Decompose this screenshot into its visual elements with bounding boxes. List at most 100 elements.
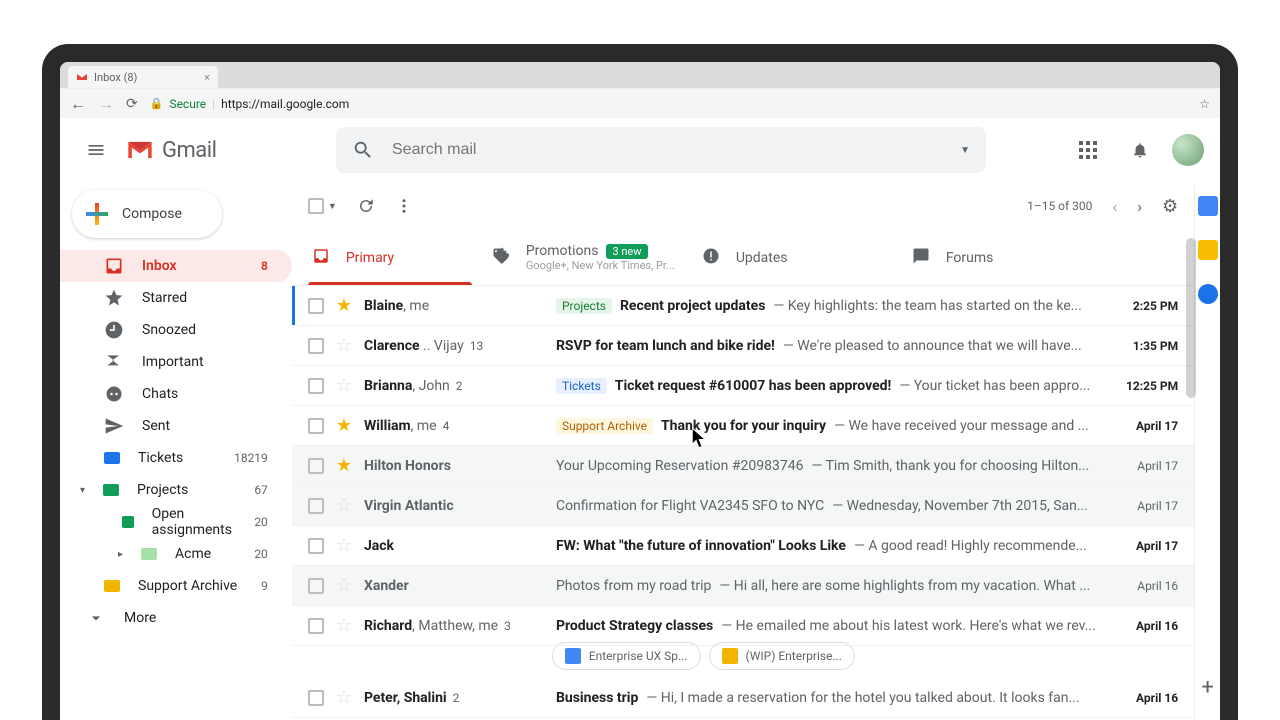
star-icon[interactable]: ☆ (336, 375, 352, 396)
expand-caret-icon[interactable]: ▾ (80, 485, 85, 496)
calendar-addon-icon[interactable] (1198, 196, 1218, 216)
sidebar-item-support-archive[interactable]: Support Archive9 (60, 570, 292, 602)
url-field[interactable]: 🔒 Secure | https://mail.google.com (150, 97, 1188, 111)
browser-address-bar: ← → ⟳ 🔒 Secure | https://mail.google.com… (60, 88, 1220, 118)
message-from: Xander (364, 578, 544, 594)
notifications-button[interactable] (1120, 130, 1160, 170)
message-body: FW: What "the future of innovation" Look… (556, 538, 1096, 554)
compose-button[interactable]: Compose (72, 190, 222, 238)
message-checkbox[interactable] (308, 690, 324, 706)
message-row[interactable]: ☆Brianna, John2TicketsTicket request #61… (292, 366, 1194, 406)
sidebar-item-label: Starred (142, 290, 187, 306)
star-icon[interactable]: ☆ (336, 335, 352, 356)
star-icon[interactable]: ☆ (336, 615, 352, 636)
message-checkbox[interactable] (308, 538, 324, 554)
message-row[interactable]: ☆Peter, Shalini2Business trip — Hi, I ma… (292, 678, 1194, 718)
star-icon[interactable]: ☆ (336, 575, 352, 596)
message-checkbox[interactable] (308, 498, 324, 514)
prev-page-button[interactable]: ‹ (1112, 197, 1117, 216)
message-row[interactable]: ☆Virgin AtlanticConfirmation for Flight … (292, 486, 1194, 526)
message-label: Tickets (556, 378, 607, 394)
message-checkbox[interactable] (308, 458, 324, 474)
sidebar-item-more[interactable]: More (60, 602, 292, 634)
search-options-caret-icon[interactable]: ▼ (960, 145, 970, 156)
sidebar-item-acme[interactable]: ▸Acme20 (60, 538, 292, 570)
sidebar-item-chats[interactable]: Chats (60, 378, 292, 410)
tasks-addon-icon[interactable] (1198, 284, 1218, 304)
hamburger-icon (86, 140, 106, 160)
message-checkbox[interactable] (308, 618, 324, 634)
sidebar-item-open-assignments[interactable]: Open assignments20 (60, 506, 292, 538)
select-all[interactable]: ▼ (308, 198, 337, 214)
message-checkbox[interactable] (308, 378, 324, 394)
star-icon[interactable]: ☆ (336, 687, 352, 708)
message-list: ★Blaine, meProjectsRecent project update… (292, 286, 1194, 720)
keep-addon-icon[interactable] (1198, 240, 1218, 260)
attachment-chip[interactable]: (WIP) Enterprise... (709, 642, 855, 670)
message-checkbox[interactable] (308, 578, 324, 594)
sidebar-item-important[interactable]: Important (60, 346, 292, 378)
tab-forums[interactable]: Forums (900, 230, 1110, 285)
sidebar-item-count: 67 (254, 483, 268, 497)
star-icon[interactable]: ★ (336, 295, 352, 316)
product-logo[interactable]: Gmail (126, 138, 326, 163)
bookmark-star-icon[interactable]: ☆ (1199, 97, 1210, 111)
sidebar-item-count: 20 (254, 547, 268, 561)
star-icon[interactable]: ★ (336, 415, 352, 436)
message-row[interactable]: ☆JackFW: What "the future of innovation"… (292, 526, 1194, 566)
sidebar-item-starred[interactable]: Starred (60, 282, 292, 314)
tab-updates[interactable]: Updates (690, 230, 900, 285)
more-actions-button[interactable] (395, 197, 413, 215)
message-from: Clarence .. Vijay13 (364, 338, 544, 354)
message-snippet: — A good read! Highly recommende... (854, 538, 1096, 554)
sidebar-item-tickets[interactable]: Tickets18219 (60, 442, 292, 474)
product-name: Gmail (162, 138, 216, 163)
main-menu-button[interactable] (76, 130, 116, 170)
updates-tab-icon (702, 247, 720, 269)
star-icon[interactable]: ☆ (336, 535, 352, 556)
select-all-caret-icon[interactable]: ▼ (328, 201, 337, 212)
settings-button[interactable]: ⚙ (1162, 196, 1178, 217)
message-checkbox[interactable] (308, 338, 324, 354)
sidebar-item-projects[interactable]: ▾Projects67 (60, 474, 292, 506)
reload-button[interactable]: ⟳ (126, 96, 138, 112)
attachment-chip[interactable]: Enterprise UX Sp... (552, 642, 701, 670)
message-checkbox[interactable] (308, 298, 324, 314)
message-time: April 16 (1108, 579, 1178, 593)
back-button[interactable]: ← (70, 94, 86, 114)
add-addon-button[interactable]: + (1201, 675, 1213, 700)
search-bar[interactable]: ▼ (336, 127, 986, 173)
tab-primary[interactable]: Primary (300, 230, 480, 285)
close-tab-icon[interactable]: × (204, 71, 210, 84)
message-snippet: — Tim Smith, thank you for choosing Hilt… (811, 458, 1096, 474)
sidebar-item-snoozed[interactable]: Snoozed (60, 314, 292, 346)
message-row[interactable]: ★Blaine, meProjectsRecent project update… (292, 286, 1194, 326)
star-icon[interactable]: ☆ (336, 495, 352, 516)
search-input[interactable] (392, 141, 942, 159)
star-icon (104, 288, 124, 308)
scrollbar-thumb[interactable] (1186, 238, 1196, 398)
sidebar-item-inbox[interactable]: Inbox8 (60, 250, 292, 282)
select-all-checkbox[interactable] (308, 198, 324, 214)
send-icon (104, 416, 124, 436)
forward-button[interactable]: → (98, 94, 114, 114)
message-row[interactable]: ☆Richard, Matthew, me3Product Strategy c… (292, 606, 1194, 646)
message-row[interactable]: ☆Clarence .. Vijay13RSVP for team lunch … (292, 326, 1194, 366)
message-row[interactable]: ☆XanderPhotos from my road trip — Hi all… (292, 566, 1194, 606)
account-avatar[interactable] (1172, 134, 1204, 166)
expand-caret-icon[interactable]: ▸ (118, 549, 123, 560)
new-badge: 3 new (606, 244, 647, 259)
tab-promotions[interactable]: Promotions3 newGoogle+, New York Times, … (480, 230, 690, 285)
message-checkbox[interactable] (308, 418, 324, 434)
tab-subtitle: Google+, New York Times, Pr... (526, 259, 675, 272)
mouse-cursor-icon (692, 428, 710, 450)
star-icon[interactable]: ★ (336, 455, 352, 476)
browser-tab[interactable]: Inbox (8) × (68, 66, 218, 88)
refresh-button[interactable] (357, 197, 375, 215)
message-subject: Photos from my road trip (556, 578, 711, 594)
sidebar-item-sent[interactable]: Sent (60, 410, 292, 442)
message-row[interactable]: ★William, me4Support ArchiveThank you fo… (292, 406, 1194, 446)
next-page-button[interactable]: › (1137, 197, 1142, 216)
message-row[interactable]: ★Hilton HonorsYour Upcoming Reservation … (292, 446, 1194, 486)
google-apps-button[interactable] (1068, 130, 1108, 170)
